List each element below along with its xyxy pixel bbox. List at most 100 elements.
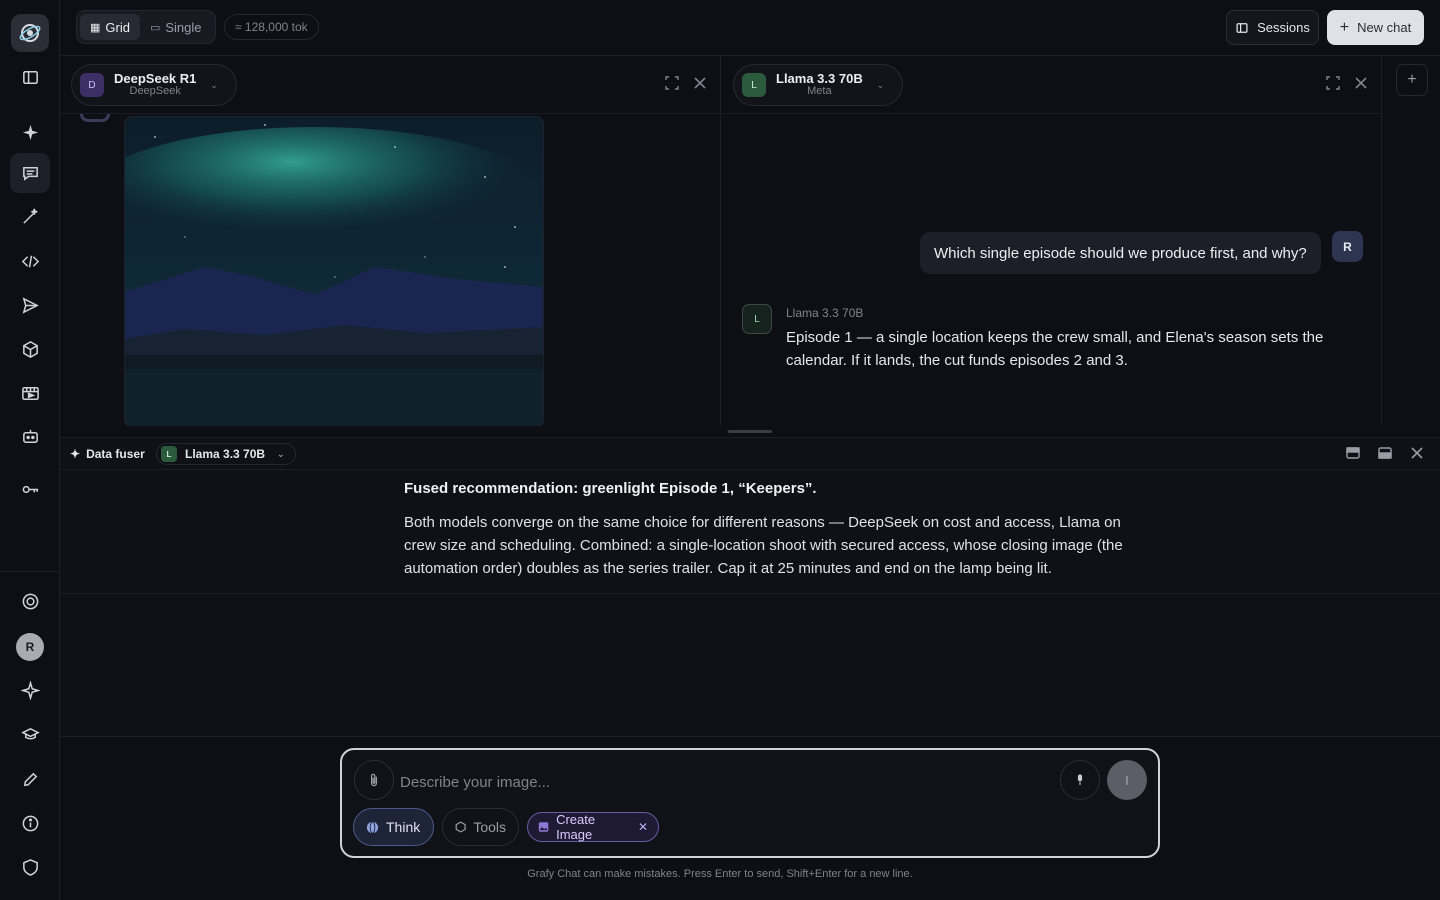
attach-button[interactable]: [354, 760, 394, 800]
plus-icon: +: [1339, 18, 1350, 36]
key-icon: [22, 485, 38, 493]
gear-icon: [22, 593, 38, 609]
nav-info[interactable]: [10, 803, 50, 843]
expand-icon[interactable]: [1326, 76, 1340, 90]
sparkle-icon: [22, 124, 38, 140]
chevron-down-icon: ⌄: [876, 79, 885, 90]
fuser-content: Fused recommendation: greenlight Episode…: [404, 480, 1124, 580]
nav-edit[interactable]: [10, 759, 50, 799]
nav-magic[interactable]: [10, 196, 50, 236]
model-name: DeepSeek R1: [114, 71, 197, 86]
resize-handle[interactable]: [728, 430, 772, 433]
toggle-sidebar-button[interactable]: [10, 57, 50, 97]
grid-icon: ▦: [90, 21, 101, 34]
sidebar-panel-icon: [1236, 22, 1248, 33]
sidebar-panel-icon: [22, 70, 38, 84]
nav-chat[interactable]: [10, 153, 50, 193]
dock-bottom-icon[interactable]: [1378, 446, 1392, 460]
nav-ai[interactable]: [10, 670, 50, 710]
create-image-label: Create Image: [556, 812, 596, 842]
data-fuser-panel: ✦ Data fuser L Llama 3.3 70B ⌄ Fused rec…: [60, 437, 1440, 737]
chat-icon: [22, 166, 38, 181]
logo-icon: [19, 24, 41, 42]
single-view-button[interactable]: ▭ Single: [140, 14, 212, 40]
cube-icon: [22, 340, 38, 358]
grid-view-button[interactable]: ▦ Grid: [80, 14, 140, 40]
panel-header: L Llama 3.3 70B Meta ⌄: [722, 56, 1381, 114]
model-provider: DeepSeek: [129, 85, 181, 97]
nav-bot[interactable]: [10, 416, 50, 456]
sparkle-outline-icon: [20, 680, 40, 700]
pencil-icon: [23, 772, 37, 786]
nav-code[interactable]: [10, 241, 50, 281]
chevron-down-icon: ⌄: [277, 448, 285, 459]
panel-controls: [1326, 76, 1368, 90]
image-icon: [538, 822, 549, 832]
new-chat-button[interactable]: + New chat: [1327, 10, 1424, 45]
nav-sparkle[interactable]: [10, 112, 50, 152]
nav-video[interactable]: [10, 373, 50, 413]
aurora-landscape-image: [125, 117, 543, 426]
nav-send[interactable]: [10, 285, 50, 325]
graduation-cap-icon: [20, 727, 40, 740]
tools-label: Tools: [473, 819, 506, 835]
send-button[interactable]: [1107, 760, 1147, 800]
model-name-block: DeepSeek R1 DeepSeek: [114, 72, 196, 98]
create-image-chip[interactable]: Create Image ✕: [527, 812, 659, 842]
think-toggle[interactable]: Think: [353, 808, 434, 846]
token-count-badge: ≈ 128,000 tok: [224, 14, 319, 40]
chat-panel-llama: L Llama 3.3 70B Meta ⌄ Which single epis…: [722, 56, 1382, 426]
bot-icon: [22, 429, 38, 443]
expand-icon[interactable]: [665, 76, 679, 90]
code-icon: [21, 255, 39, 267]
model-badge: L: [161, 446, 177, 462]
close-icon[interactable]: [693, 76, 707, 90]
new-chat-label: New chat: [1357, 20, 1412, 35]
assistant-message: Episode 1 — a single location keeps the …: [786, 329, 1324, 369]
magic-wand-icon: [22, 208, 37, 224]
rail-divider: [0, 571, 60, 572]
close-icon[interactable]: ✕: [638, 820, 648, 834]
globe-icon: [366, 820, 379, 834]
nav-keys[interactable]: [10, 469, 50, 509]
add-panel-button[interactable]: +: [1396, 64, 1428, 96]
sparkle-icon: ✦: [70, 447, 81, 461]
view-mode-toggle: ▦ Grid ▭ Single: [76, 10, 216, 44]
voice-input-button[interactable]: [1060, 760, 1100, 800]
generated-image[interactable]: [124, 116, 544, 426]
dock-top-icon[interactable]: [1346, 446, 1360, 460]
fuser-model-name: Llama 3.3 70B: [185, 447, 266, 461]
send-icon: [22, 296, 39, 314]
sessions-button[interactable]: Sessions: [1226, 10, 1319, 45]
panel-header: D DeepSeek R1 DeepSeek ⌄: [60, 56, 720, 114]
model-badge: D: [80, 73, 104, 97]
prompt-input[interactable]: [400, 768, 1040, 796]
grid-label: Grid: [105, 19, 130, 35]
fuser-body: Both models converge on the same choice …: [404, 514, 1123, 577]
nav-cube[interactable]: [10, 329, 50, 369]
user-avatar[interactable]: R: [16, 633, 44, 661]
fuser-header: ✦ Data fuser L Llama 3.3 70B ⌄: [60, 438, 1440, 470]
arrow-up-icon: [1126, 775, 1128, 785]
model-selector[interactable]: L Llama 3.3 70B Meta ⌄: [733, 64, 904, 106]
nav-settings[interactable]: [10, 581, 50, 621]
composer: Think Tools Create Image ✕: [340, 748, 1160, 858]
nav-learn[interactable]: [10, 714, 50, 754]
model-name: Llama 3.3 70B: [776, 71, 863, 86]
tools-toggle[interactable]: Tools: [442, 808, 519, 846]
panel-controls: [665, 76, 707, 90]
add-panel-column: +: [1384, 56, 1440, 426]
chevron-down-icon: ⌄: [210, 79, 218, 90]
close-icon[interactable]: [1354, 76, 1368, 90]
fuser-title-label: Data fuser: [86, 447, 145, 461]
chat-panel-deepseek: D DeepSeek R1 DeepSeek ⌄: [60, 56, 721, 426]
fuser-model-selector[interactable]: L Llama 3.3 70B ⌄: [156, 443, 296, 465]
close-icon[interactable]: [1410, 446, 1424, 460]
paperclip-icon: [370, 773, 378, 787]
model-selector[interactable]: D DeepSeek R1 DeepSeek ⌄: [71, 64, 237, 106]
sessions-label: Sessions: [1257, 20, 1310, 35]
divider: [60, 593, 1440, 594]
app-logo[interactable]: [11, 14, 49, 52]
assistant-avatar: L: [742, 304, 772, 334]
nav-privacy[interactable]: [10, 847, 50, 887]
